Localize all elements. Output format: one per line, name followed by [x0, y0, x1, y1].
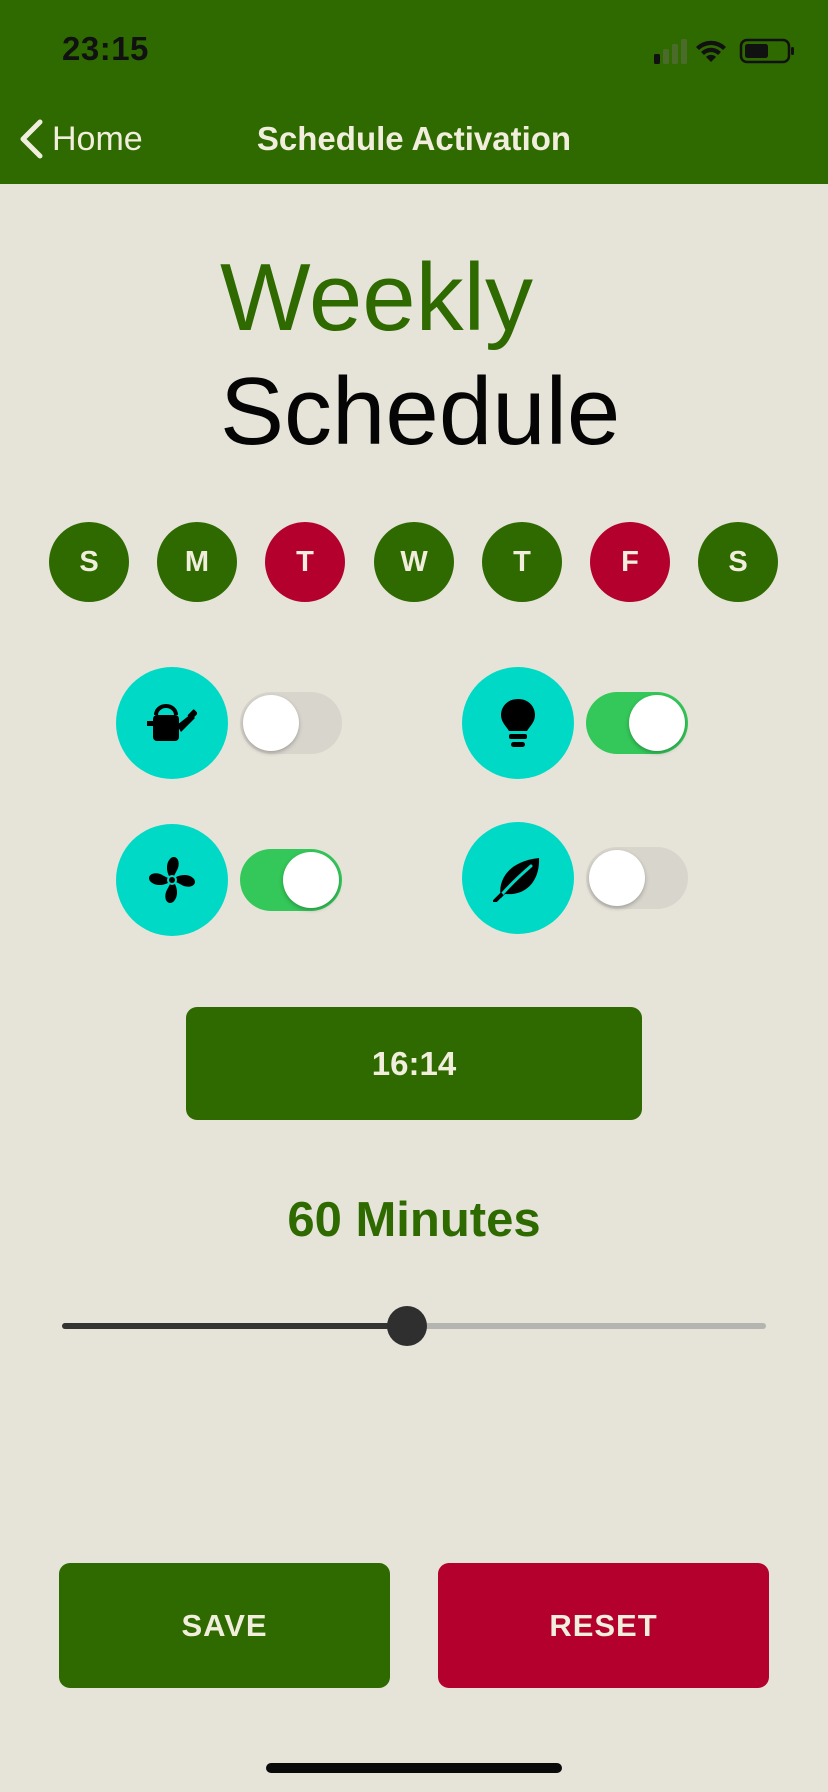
navigation-bar: 23:15 Home Schedule Activation	[0, 0, 828, 184]
day-button-sunday[interactable]: S	[49, 522, 129, 602]
weekly-schedule-heading: Weekly Schedule	[220, 250, 620, 460]
watering-device	[116, 667, 228, 779]
day-button-wednesday[interactable]: W	[374, 522, 454, 602]
day-button-thursday[interactable]: T	[482, 522, 562, 602]
leaf-icon	[493, 858, 540, 902]
lighting-toggle[interactable]	[586, 692, 688, 754]
signal-icon	[654, 39, 687, 64]
status-time: 23:15	[62, 30, 149, 67]
duration-slider[interactable]	[62, 1304, 766, 1348]
heading-line-schedule: Schedule	[220, 358, 621, 465]
fan-device	[116, 824, 228, 936]
day-button-saturday[interactable]: S	[698, 522, 778, 602]
save-button[interactable]: SAVE	[59, 1563, 390, 1688]
plant-device	[462, 822, 574, 934]
watering-toggle[interactable]	[240, 692, 342, 754]
duration-label: 60 Minutes	[287, 1193, 541, 1247]
time-picker-button[interactable]: 16:14	[186, 1007, 642, 1120]
slider-fill	[62, 1323, 407, 1329]
plant-toggle[interactable]	[586, 847, 688, 909]
watering-can-icon	[147, 704, 197, 741]
day-button-monday[interactable]: M	[157, 522, 237, 602]
lightbulb-icon	[501, 699, 535, 747]
day-selector: S M T W T F S	[49, 522, 779, 602]
slider-thumb[interactable]	[386, 1306, 427, 1346]
day-button-tuesday[interactable]: T	[265, 522, 345, 602]
battery-icon	[739, 38, 794, 64]
fan-toggle[interactable]	[240, 849, 342, 911]
day-button-friday[interactable]: F	[590, 522, 670, 602]
wifi-icon	[696, 40, 726, 62]
home-indicator	[266, 1763, 562, 1773]
status-icons	[654, 38, 794, 64]
fan-icon	[149, 857, 195, 903]
reset-button[interactable]: RESET	[438, 1563, 769, 1688]
lighting-device	[462, 667, 574, 779]
page-title: Schedule Activation	[256, 120, 572, 157]
heading-line-weekly: Weekly	[220, 244, 533, 351]
